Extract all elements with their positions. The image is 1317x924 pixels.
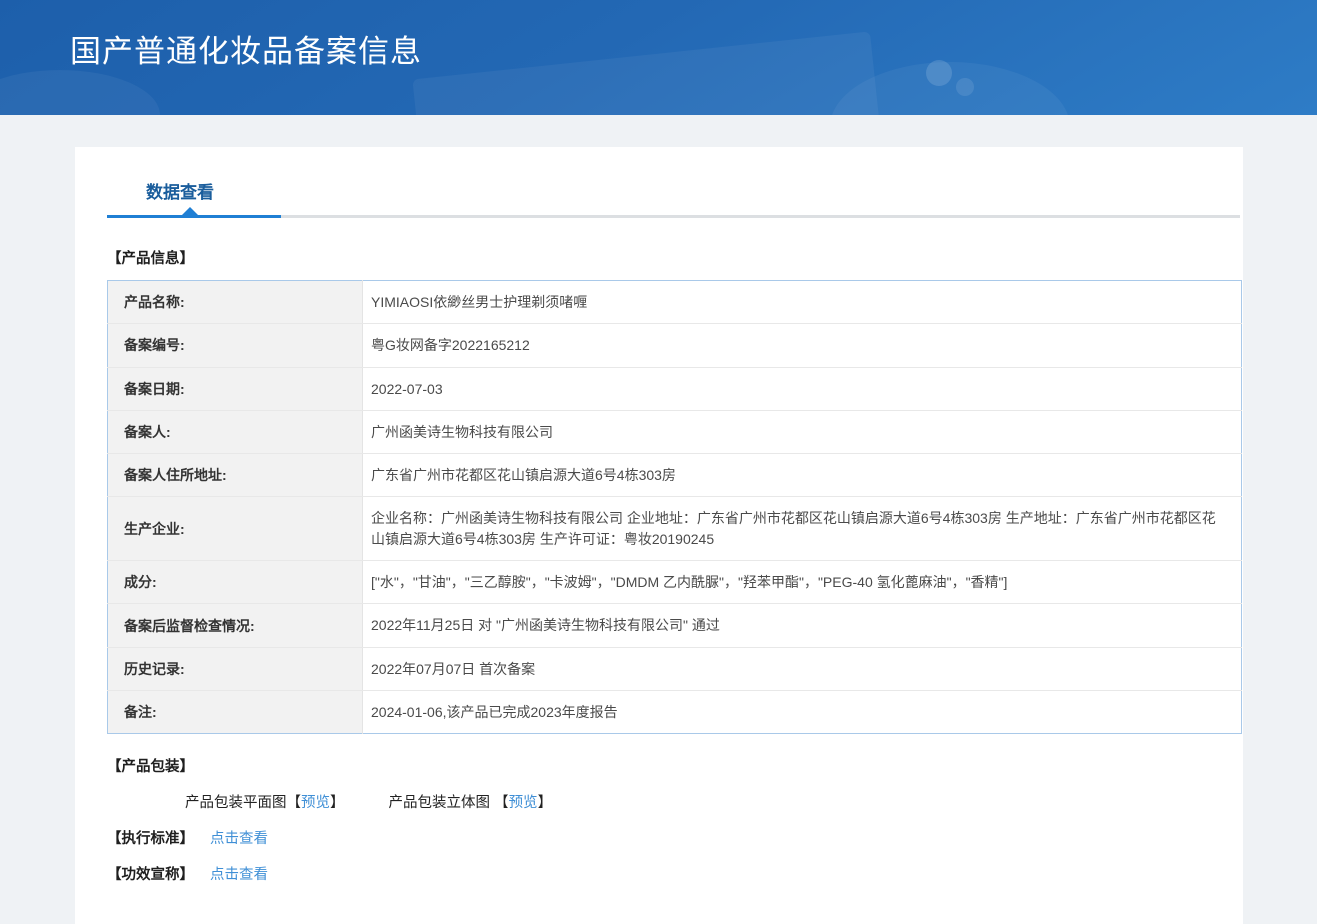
row-value: 广东省广州市花都区花山镇启源大道6号4栋303房: [362, 453, 1242, 498]
packaging-section-title: 【产品包装】: [107, 759, 194, 776]
table-row: 产品名称: YIMIAOSI依緲丝男士护理剃须啫喱: [107, 280, 1242, 325]
row-value: YIMIAOSI依緲丝男士护理剃须啫喱: [362, 280, 1242, 325]
row-label: 产品名称:: [107, 280, 363, 325]
efficacy-claim-view-link[interactable]: 点击查看: [210, 867, 268, 883]
row-value: 广州函美诗生物科技有限公司: [362, 410, 1242, 455]
triangle-up-icon: [182, 207, 198, 215]
banner-decoration-polygon: [412, 31, 888, 115]
execution-standard-row: 【执行标准】 点击查看: [107, 827, 1243, 848]
row-label: 备案后监督检查情况:: [107, 603, 363, 648]
content-card: 数据查看 【产品信息】 产品名称: YIMIAOSI依緲丝男士护理剃须啫喱 备案…: [75, 147, 1243, 924]
table-row: 备案编号: 粤G妆网备字2022165212: [107, 323, 1242, 368]
table-row: 备案后监督检查情况: 2022年11月25日 对 "广州函美诗生物科技有限公司"…: [107, 603, 1242, 648]
row-label: 备案日期:: [107, 367, 363, 411]
table-row: 生产企业: 企业名称：广州函美诗生物科技有限公司 企业地址：广东省广州市花都区花…: [107, 496, 1242, 562]
tab-underline: [107, 207, 1240, 218]
table-row: 历史记录: 2022年07月07日 首次备案: [107, 647, 1242, 691]
row-value: 2024-01-06,该产品已完成2023年度报告: [371, 703, 618, 720]
tab-data-view[interactable]: 数据查看: [146, 178, 214, 203]
table-row: 备案日期: 2022-07-03: [107, 367, 1242, 411]
packaging-links-row: 产品包装平面图【预览】 产品包装立体图 【预览】: [185, 791, 1243, 812]
table-row: 成分: ["水"，"甘油"，"三乙醇胺"，"卡波姆"，"DMDM 乙内酰脲"，"…: [107, 560, 1242, 605]
tab-active-underline: [107, 215, 281, 218]
row-label: 备案人住所地址:: [107, 453, 363, 498]
page-header-banner: 国产普通化妆品备案信息: [0, 0, 1317, 115]
packaging-flat-prefix: 产品包装平面图【: [185, 795, 301, 812]
efficacy-claim-title: 【功效宣称】: [107, 867, 194, 884]
packaging-flat-label: 产品包装平面图【预览】: [185, 795, 349, 811]
row-value: 2022-07-03: [362, 367, 1242, 411]
banner-decoration-dot: [926, 60, 952, 86]
table-row: 备案人: 广州函美诗生物科技有限公司: [107, 410, 1242, 455]
execution-standard-title: 【执行标准】: [107, 831, 194, 848]
row-value: 2022年11月25日 对 "广州函美诗生物科技有限公司" 通过: [362, 603, 1242, 648]
row-value: ["水"，"甘油"，"三乙醇胺"，"卡波姆"，"DMDM 乙内酰脲"，"羟苯甲酯…: [362, 560, 1242, 605]
packaging-stereo-preview-link[interactable]: 预览: [509, 795, 538, 811]
packaging-stereo-suffix: 】: [537, 795, 553, 812]
packaging-stereo-label: 产品包装立体图 【预览】: [389, 795, 553, 811]
row-label: 备案人:: [107, 410, 363, 455]
table-row: 备注: 2024-01-06,该产品已完成2023年度报告: [107, 690, 1242, 734]
row-label: 备案编号:: [107, 323, 363, 368]
product-info-section-title: 【产品信息】: [107, 251, 194, 267]
table-row: 备案人住所地址: 广东省广州市花都区花山镇启源大道6号4栋303房: [107, 453, 1242, 498]
banner-decoration-ellipse: [0, 70, 160, 115]
execution-standard-view-link[interactable]: 点击查看: [210, 831, 268, 847]
row-value: 2022年07月07日 首次备案: [362, 647, 1242, 691]
row-label: 历史记录:: [107, 647, 363, 691]
packaging-flat-preview-link[interactable]: 预览: [301, 795, 330, 811]
row-label: 成分:: [107, 560, 363, 605]
page-title: 国产普通化妆品备案信息: [70, 34, 422, 69]
efficacy-claim-row: 【功效宣称】 点击查看: [107, 863, 1243, 884]
row-value: 粤G妆网备字2022165212: [362, 323, 1242, 368]
product-info-table: 产品名称: YIMIAOSI依緲丝男士护理剃须啫喱 备案编号: 粤G妆网备字20…: [107, 280, 1242, 735]
row-label: 备注:: [107, 690, 363, 734]
banner-decoration-dot: [956, 78, 974, 96]
packaging-flat-suffix: 】: [330, 795, 345, 812]
row-value: 企业名称：广州函美诗生物科技有限公司 企业地址：广东省广州市花都区花山镇启源大道…: [362, 496, 1242, 562]
packaging-stereo-prefix: 产品包装立体图 【: [388, 795, 509, 812]
row-label: 生产企业:: [107, 496, 363, 562]
